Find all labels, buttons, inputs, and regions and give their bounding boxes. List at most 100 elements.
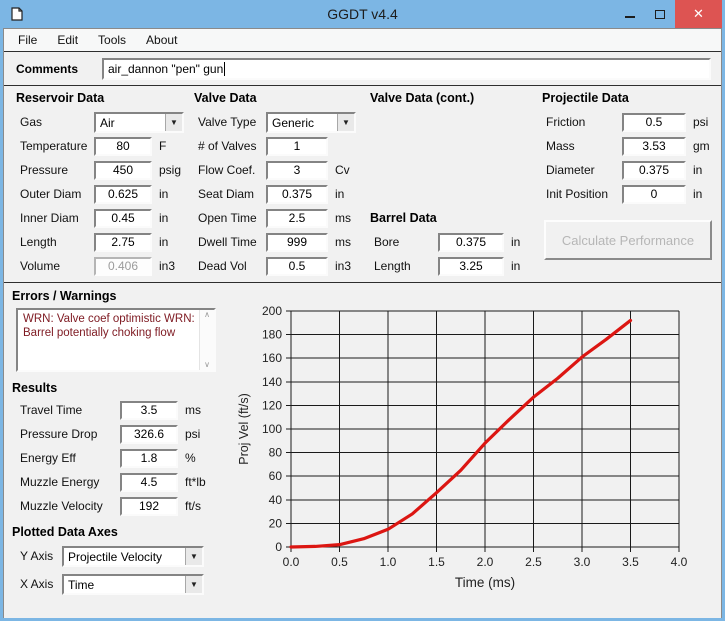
projectile-data-section: Projectile Data Friction 0.5 psi Mass 3.…: [538, 86, 720, 260]
inner-diam-unit: in: [159, 211, 168, 225]
errors-warnings-box[interactable]: WRN: Valve coef optimistic WRN: Barrel p…: [16, 308, 216, 372]
energy-eff-label: Energy Eff: [16, 451, 120, 465]
friction-label: Friction: [538, 115, 622, 129]
mass-label: Mass: [538, 139, 622, 153]
mass-field[interactable]: 3.53: [622, 137, 686, 156]
svg-text:140: 140: [262, 375, 282, 389]
warnings-scrollbar[interactable]: ∧ ∨: [199, 310, 214, 370]
svg-text:1.0: 1.0: [380, 555, 397, 569]
reservoir-data-section: Reservoir Data Gas Air ▼ Temperature 80 …: [12, 86, 188, 278]
valve-type-select[interactable]: Generic ▼: [266, 112, 356, 133]
gas-label: Gas: [12, 115, 94, 129]
chevron-down-icon[interactable]: ▼: [185, 548, 202, 565]
dead-vol-label: Dead Vol: [190, 259, 266, 273]
muzzle-velocity-field: 192: [120, 497, 178, 516]
valve-cont-section: Valve Data (cont.) Barrel Data Bore 0.37…: [366, 86, 538, 278]
menu-item-file[interactable]: File: [8, 31, 47, 49]
close-button[interactable]: ✕: [675, 0, 722, 28]
dwell-time-label: Dwell Time: [190, 235, 266, 249]
outer-diam-unit: in: [159, 187, 168, 201]
temperature-label: Temperature: [12, 139, 94, 153]
menu-item-edit[interactable]: Edit: [47, 31, 88, 49]
valve-header: Valve Data: [190, 86, 364, 110]
svg-text:0: 0: [275, 540, 282, 554]
travel-time-label: Travel Time: [16, 403, 120, 417]
svg-text:0.0: 0.0: [283, 555, 300, 569]
flow-coef-field[interactable]: 3: [266, 161, 328, 180]
scroll-down-icon[interactable]: ∨: [204, 361, 210, 369]
volume-unit: in3: [159, 259, 175, 273]
menu-item-about[interactable]: About: [136, 31, 187, 49]
seat-diam-label: Seat Diam: [190, 187, 266, 201]
bottom-area: Errors / Warnings WRN: Valve coef optimi…: [4, 283, 721, 617]
x-axis-select[interactable]: Time ▼: [62, 574, 204, 595]
pressure-label: Pressure: [12, 163, 94, 177]
open-time-unit: ms: [335, 211, 351, 225]
minimize-button[interactable]: [615, 0, 645, 28]
velocity-chart: 0204060801001201401601802000.00.51.01.52…: [230, 283, 720, 617]
scroll-up-icon[interactable]: ∧: [204, 311, 210, 319]
svg-text:100: 100: [262, 422, 282, 436]
chart-panel: 0204060801001201401601802000.00.51.01.52…: [230, 283, 721, 617]
temperature-field[interactable]: 80: [94, 137, 152, 156]
bore-unit: in: [511, 235, 520, 249]
y-axis-label: Y Axis: [16, 549, 62, 563]
outer-diam-field[interactable]: 0.625: [94, 185, 152, 204]
svg-text:200: 200: [262, 304, 282, 318]
travel-time-field: 3.5: [120, 401, 178, 420]
close-icon: ✕: [693, 6, 704, 22]
diameter-label: Diameter: [538, 163, 622, 177]
inner-diam-label: Inner Diam: [12, 211, 94, 225]
open-time-field[interactable]: 2.5: [266, 209, 328, 228]
comments-input[interactable]: air_dannon "pen" gun: [102, 58, 711, 80]
barrel-length-field[interactable]: 3.25: [438, 257, 504, 276]
friction-field[interactable]: 0.5: [622, 113, 686, 132]
valve-data-section: Valve Data Valve Type Generic ▼ # of Val…: [190, 86, 364, 278]
bore-field[interactable]: 0.375: [438, 233, 504, 252]
valve-type-label: Valve Type: [190, 115, 266, 129]
seat-diam-unit: in: [335, 187, 344, 201]
minimize-icon: [625, 16, 635, 18]
init-position-field[interactable]: 0: [622, 185, 686, 204]
svg-text:120: 120: [262, 398, 282, 412]
reservoir-length-field[interactable]: 2.75: [94, 233, 152, 252]
y-axis-select[interactable]: Projectile Velocity ▼: [62, 546, 204, 567]
svg-text:4.0: 4.0: [671, 555, 688, 569]
num-valves-field[interactable]: 1: [266, 137, 328, 156]
svg-text:3.0: 3.0: [574, 555, 591, 569]
window-content: File Edit Tools About Comments air_danno…: [3, 28, 722, 618]
gas-select[interactable]: Air ▼: [94, 112, 184, 133]
inner-diam-field[interactable]: 0.45: [94, 209, 152, 228]
svg-text:3.5: 3.5: [622, 555, 639, 569]
pressure-field[interactable]: 450: [94, 161, 152, 180]
maximize-button[interactable]: [645, 0, 675, 28]
reservoir-header: Reservoir Data: [12, 86, 188, 110]
gas-value: Air: [96, 114, 165, 131]
plotted-axes-header: Plotted Data Axes: [4, 525, 230, 539]
chevron-down-icon[interactable]: ▼: [165, 114, 182, 131]
temperature-unit: F: [159, 139, 166, 153]
pressure-unit: psig: [159, 163, 181, 177]
pressure-drop-unit: psi: [185, 427, 200, 441]
dwell-time-field[interactable]: 999: [266, 233, 328, 252]
menu-item-tools[interactable]: Tools: [88, 31, 136, 49]
y-axis-value: Projectile Velocity: [64, 548, 185, 565]
calculate-performance-button[interactable]: Calculate Performance: [544, 220, 712, 260]
svg-text:60: 60: [269, 469, 283, 483]
svg-text:40: 40: [269, 493, 283, 507]
travel-time-unit: ms: [185, 403, 201, 417]
barrel-length-unit: in: [511, 259, 520, 273]
x-axis-value: Time: [64, 576, 185, 593]
seat-diam-field[interactable]: 0.375: [266, 185, 328, 204]
svg-text:1.5: 1.5: [428, 555, 445, 569]
volume-label: Volume: [12, 259, 94, 273]
svg-text:0.5: 0.5: [331, 555, 348, 569]
dead-vol-field[interactable]: 0.5: [266, 257, 328, 276]
diameter-unit: in: [693, 163, 702, 177]
reservoir-length-unit: in: [159, 235, 168, 249]
chevron-down-icon[interactable]: ▼: [185, 576, 202, 593]
diameter-field[interactable]: 0.375: [622, 161, 686, 180]
chart-xlabel: Time (ms): [455, 575, 515, 590]
x-axis-label: X Axis: [16, 577, 62, 591]
chevron-down-icon[interactable]: ▼: [337, 114, 354, 131]
